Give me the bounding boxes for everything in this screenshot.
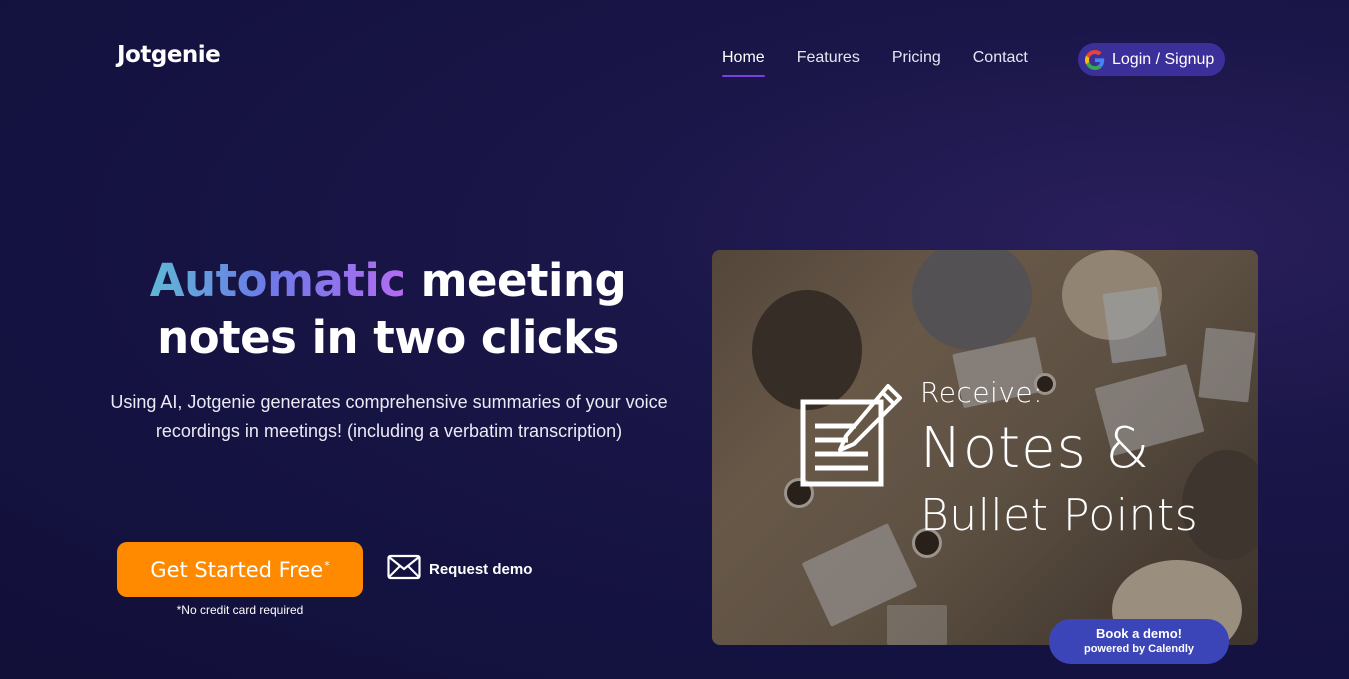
main-nav: Home Features Pricing Contact [722,49,1028,77]
media-caption-receive: Receive: [920,376,1044,409]
get-started-button[interactable]: Get Started Free * [117,542,363,597]
request-demo-link[interactable]: Request demo [387,554,532,584]
site-header: Jotgenie Home Features Pricing Contact L… [0,0,1349,110]
hero-title: Automatic meeting notes in two clicks [118,252,658,366]
hero-title-line2: notes in two clicks [157,311,619,364]
nav-home[interactable]: Home [722,49,765,77]
hero-title-highlight: Automatic [149,254,406,307]
brand-logo[interactable]: Jotgenie [117,42,221,68]
calendly-powered-label: powered by Calendly [1083,643,1195,655]
cta-asterisk: * [324,559,330,572]
login-label: Login / Signup [1112,50,1215,68]
calendly-book-demo-button[interactable]: Book a demo! powered by Calendly [1049,619,1229,664]
media-caption-bullets: Bullet Points [920,490,1199,541]
no-credit-card-note: *No credit card required [176,603,304,617]
hero-subtitle: Using AI, Jotgenie generates comprehensi… [110,392,668,441]
media-caption-notes: Notes & [920,416,1151,481]
nav-pricing[interactable]: Pricing [892,49,941,67]
request-demo-label: Request demo [429,560,533,578]
envelope-icon [387,554,421,584]
get-started-label: Get Started Free [150,557,324,582]
hero-media: Receive: Notes & Bullet Points [712,250,1258,645]
calendly-book-label: Book a demo! [1096,626,1182,641]
hero-title-line1: meeting [405,254,627,307]
nav-features[interactable]: Features [797,49,860,67]
google-icon [1084,49,1106,71]
nav-contact[interactable]: Contact [973,49,1028,67]
note-pencil-icon [800,380,908,493]
login-signup-button[interactable]: Login / Signup [1078,43,1225,76]
